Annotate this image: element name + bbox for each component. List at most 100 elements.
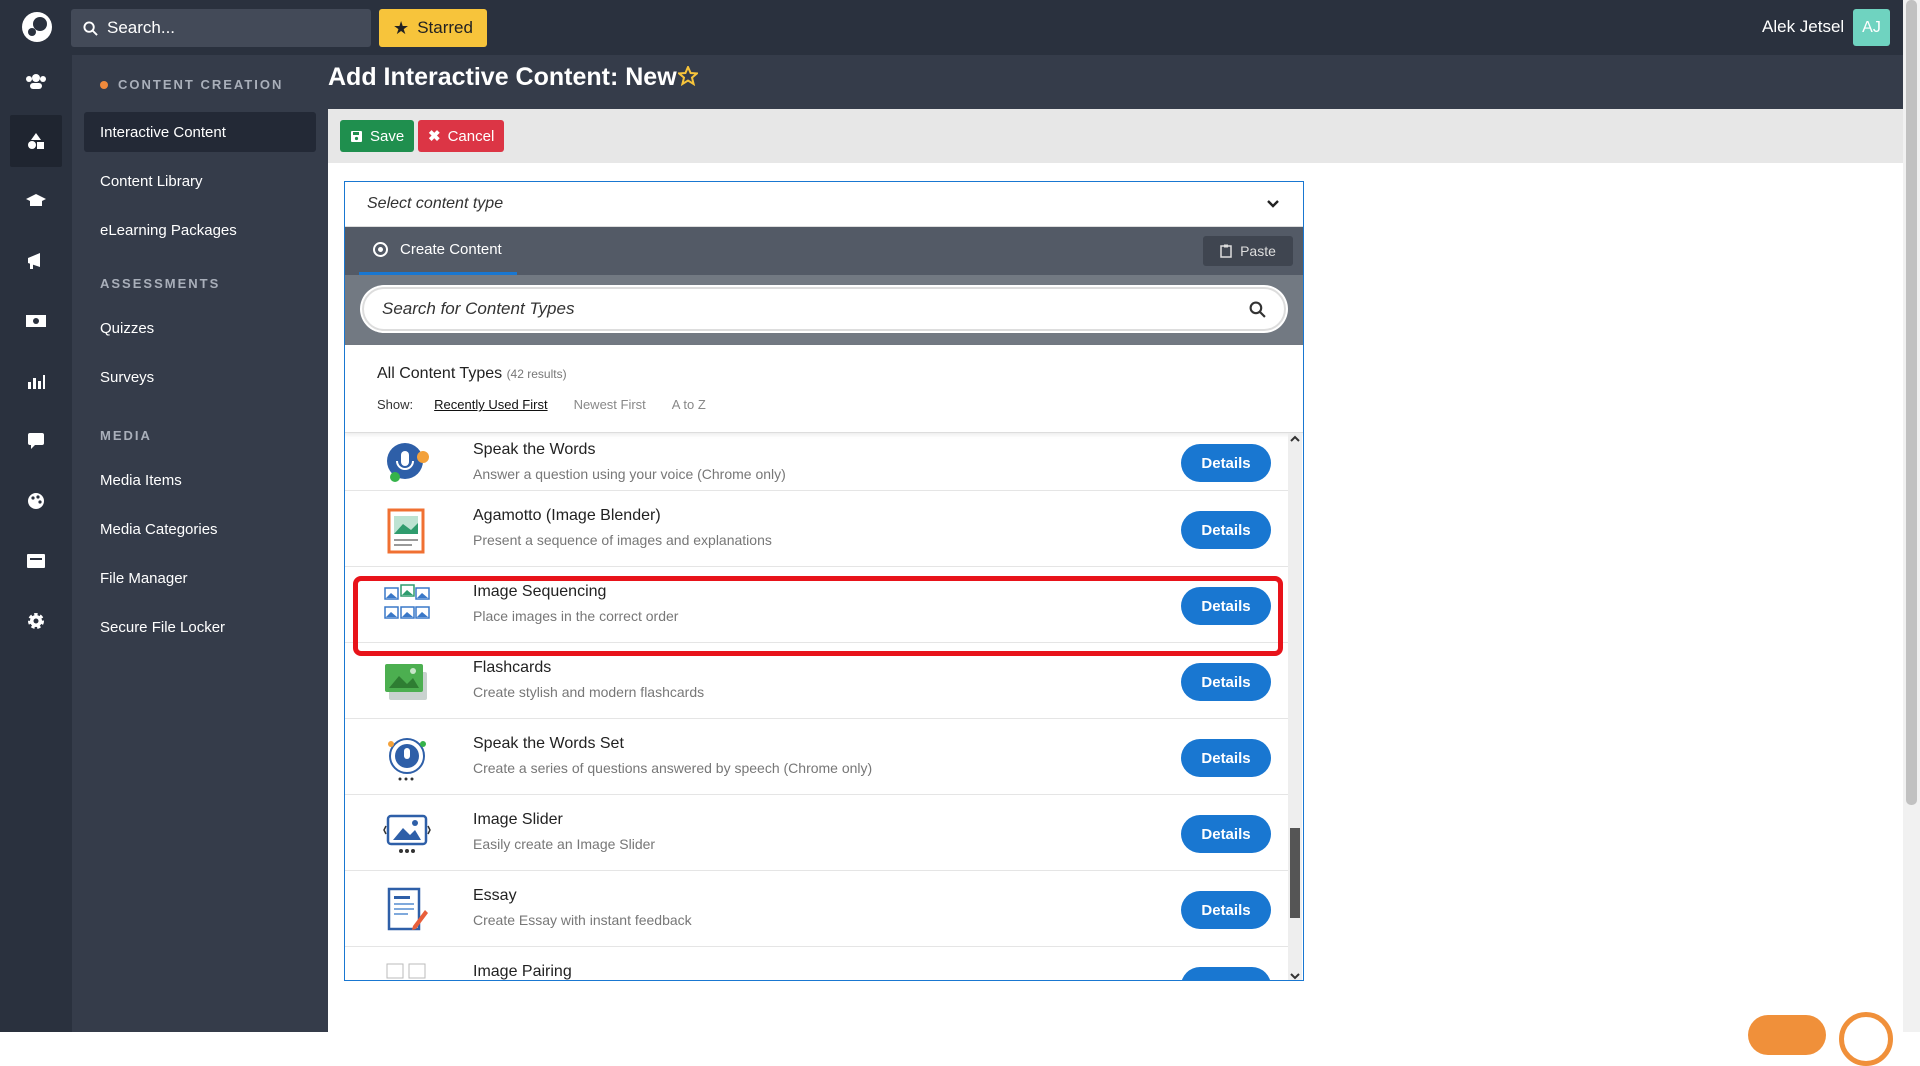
image-blender-icon	[387, 508, 425, 554]
sort-recently-used[interactable]: Recently Used First	[434, 397, 547, 412]
item-description: Create a series of questions answered by…	[473, 760, 873, 776]
money-icon[interactable]	[10, 295, 62, 347]
search-placeholder: Search...	[107, 18, 176, 37]
sidebar-item-quizzes[interactable]: Quizzes	[84, 308, 316, 348]
user-name[interactable]: Alek Jetsel	[1762, 17, 1844, 37]
sort-a-to-z[interactable]: A to Z	[672, 397, 706, 412]
select-label: Select content type	[367, 195, 504, 212]
list-title: All Content Types (42 results)	[377, 365, 567, 382]
id-card-icon[interactable]	[10, 535, 62, 587]
avatar[interactable]: AJ	[1853, 9, 1890, 46]
clipboard-icon	[1220, 244, 1232, 258]
content-type-search-input[interactable]: Search for Content Types	[362, 287, 1286, 331]
list-item[interactable]: Speak the Words Answer a question using …	[345, 433, 1288, 491]
users-icon[interactable]	[10, 55, 62, 107]
search-icon	[83, 20, 98, 36]
microphone-set-icon	[388, 738, 426, 781]
list-item[interactable]: Image Slider Easily create an Image Slid…	[345, 795, 1288, 871]
tab-bar: Create Content Paste	[345, 227, 1303, 275]
gear-icon[interactable]	[10, 595, 62, 647]
details-button[interactable]: Details	[1181, 891, 1271, 929]
sidebar-item-secure-file-locker[interactable]: Secure File Locker	[84, 607, 316, 647]
search-input[interactable]: Search...	[71, 9, 371, 47]
item-title: Flashcards	[473, 659, 552, 676]
palette-icon[interactable]	[10, 475, 62, 527]
list-item[interactable]: Speak the Words Set Create a series of q…	[345, 719, 1288, 795]
search-icon[interactable]	[1249, 301, 1266, 318]
save-button[interactable]: Save	[340, 120, 415, 152]
icon-rail	[0, 55, 72, 1032]
scrollbar-thumb[interactable]	[1290, 828, 1300, 918]
details-button[interactable]: Details	[1181, 663, 1271, 701]
scroll-down-icon[interactable]	[1288, 970, 1302, 981]
item-title: Speak the Words	[473, 441, 596, 458]
type-search-bar: Search for Content Types	[345, 275, 1303, 345]
tab-label: Create Content	[400, 241, 502, 258]
section-media: MEDIA	[100, 428, 152, 443]
item-title: Essay	[473, 887, 517, 904]
list-item[interactable]: Image Pairing Details	[345, 947, 1288, 980]
cancel-button[interactable]: ✖ Cancel	[418, 120, 505, 152]
page-scrollbar-thumb[interactable]	[1906, 0, 1917, 805]
favorite-star-icon[interactable]	[678, 66, 698, 86]
details-button[interactable]: Details	[1181, 587, 1271, 625]
graduation-cap-icon[interactable]	[10, 175, 62, 227]
page-scrollbar[interactable]	[1903, 0, 1920, 1032]
details-button[interactable]: Details	[1181, 511, 1271, 549]
logo-icon[interactable]	[20, 10, 54, 44]
chat-button[interactable]	[1839, 1012, 1893, 1066]
list-item[interactable]: Agamotto (Image Blender) Present a seque…	[345, 491, 1288, 567]
list-item[interactable]: Essay Create Essay with instant feedback…	[345, 871, 1288, 947]
chevron-down-icon	[1267, 200, 1279, 208]
item-description: Present a sequence of images and explana…	[473, 532, 772, 548]
sidebar-item-elearning-packages[interactable]: eLearning Packages	[84, 210, 316, 250]
item-description: Answer a question using your voice (Chro…	[473, 466, 786, 482]
shapes-icon[interactable]	[10, 115, 62, 167]
content-type-list: Speak the Words Answer a question using …	[345, 433, 1288, 980]
megaphone-icon[interactable]	[10, 235, 62, 287]
item-title: Agamotto (Image Blender)	[473, 507, 661, 524]
page-header: Add Interactive Content: New	[328, 55, 1903, 109]
list-scrollbar[interactable]	[1288, 433, 1302, 981]
sidebar-item-content-library[interactable]: Content Library	[84, 161, 316, 201]
star-icon: ★	[393, 17, 410, 38]
chart-icon[interactable]	[10, 355, 62, 407]
image-pairing-icon	[386, 963, 426, 979]
sidebar-item-media-categories[interactable]: Media Categories	[84, 509, 316, 549]
sidebar: CONTENT CREATION Interactive Content Con…	[72, 55, 328, 1032]
close-icon: ✖	[428, 128, 441, 145]
list-item[interactable]: Image Sequencing Place images in the cor…	[345, 567, 1288, 643]
details-button[interactable]: Details	[1181, 444, 1271, 482]
paste-label: Paste	[1240, 243, 1276, 259]
paste-button[interactable]: Paste	[1203, 236, 1293, 266]
item-title: Image Pairing	[473, 963, 572, 980]
radio-icon	[373, 242, 388, 257]
content-type-select[interactable]: Select content type	[345, 182, 1303, 227]
sort-options: Show: Recently Used First Newest First A…	[377, 397, 1271, 412]
scroll-up-icon[interactable]	[1288, 433, 1302, 445]
sidebar-item-surveys[interactable]: Surveys	[84, 357, 316, 397]
floppy-icon	[351, 130, 362, 142]
top-bar: Search... ★ Starred Alek Jetsel AJ	[0, 0, 1920, 55]
page-title: Add Interactive Content: New	[328, 63, 677, 91]
microphone-icon	[387, 443, 429, 482]
list-item[interactable]: Flashcards Create stylish and modern fla…	[345, 643, 1288, 719]
comment-icon[interactable]	[10, 415, 62, 467]
sidebar-item-file-manager[interactable]: File Manager	[84, 558, 316, 598]
starred-label: Starred	[417, 18, 473, 37]
tab-create-content[interactable]: Create Content	[359, 227, 517, 275]
action-toolbar	[328, 109, 1903, 163]
help-button[interactable]	[1748, 1015, 1826, 1055]
essay-icon	[387, 887, 428, 931]
sidebar-item-interactive-content[interactable]: Interactive Content	[84, 112, 316, 152]
item-title: Image Sequencing	[473, 583, 607, 600]
starred-button[interactable]: ★ Starred	[379, 9, 487, 47]
details-button[interactable]: Details	[1181, 739, 1271, 777]
item-title: Speak the Words Set	[473, 735, 624, 752]
details-button[interactable]: Details	[1181, 815, 1271, 853]
save-label: Save	[370, 127, 405, 145]
list-filter: All Content Types (42 results) Show: Rec…	[345, 345, 1303, 433]
sidebar-item-media-items[interactable]: Media Items	[84, 460, 316, 500]
details-button[interactable]: Details	[1181, 967, 1271, 980]
sort-newest[interactable]: Newest First	[574, 397, 646, 412]
